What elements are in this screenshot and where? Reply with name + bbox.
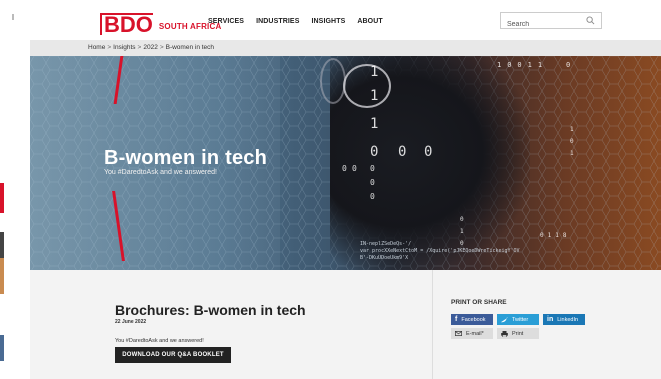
binary-digit: 1 bbox=[370, 116, 379, 132]
glasses-lens bbox=[343, 64, 391, 108]
nav-industries[interactable]: INDUSTRIES bbox=[250, 13, 305, 30]
binary-digit: 0 bbox=[566, 61, 571, 69]
breadcrumb-separator: > bbox=[137, 44, 142, 51]
search-icon[interactable] bbox=[586, 16, 595, 25]
facebook-label: Facebook bbox=[461, 316, 486, 323]
logo-wordmark: BDO bbox=[100, 13, 153, 36]
code-snippet: var procXXeNextCtoM = /Xquire('pJKEQoeDW… bbox=[360, 248, 520, 254]
binary-digit: 10011 bbox=[497, 61, 549, 69]
print-label: Print bbox=[512, 330, 524, 337]
breadcrumb-year[interactable]: 2022 bbox=[143, 44, 157, 51]
main-nav: SERVICES INDUSTRIES INSIGHTS ABOUT bbox=[202, 13, 389, 30]
binary-digit: 0 bbox=[570, 138, 574, 145]
share-title: PRINT OR SHARE bbox=[451, 299, 507, 306]
linkedin-icon: in bbox=[547, 316, 554, 323]
binary-digit: 1 bbox=[570, 150, 574, 157]
download-booklet-button[interactable]: DOWNLOAD OUR Q&A BOOKLET bbox=[115, 347, 231, 363]
print-button[interactable]: Print bbox=[497, 328, 539, 339]
facebook-share-button[interactable]: f Facebook bbox=[451, 314, 493, 325]
hero-banner: 1 1 1 0 0 0 0 0 0 0 0 10011 0 1 0 1 0 1 … bbox=[30, 56, 661, 270]
breadcrumb-separator: > bbox=[159, 44, 164, 51]
brochure-title: Brochures: B-women in tech bbox=[115, 302, 306, 318]
edge-mark bbox=[0, 183, 4, 213]
linkedin-label: LinkedIn bbox=[557, 316, 579, 323]
print-icon bbox=[501, 330, 508, 337]
edge-mark bbox=[0, 258, 4, 294]
binary-digit: 1 bbox=[370, 64, 379, 80]
nav-about[interactable]: ABOUT bbox=[351, 13, 388, 30]
binary-digit: 1 bbox=[570, 126, 574, 133]
breadcrumb-insights[interactable]: Insights bbox=[113, 44, 135, 51]
binary-digit: 1 bbox=[460, 228, 464, 235]
binary-digit: 0 bbox=[370, 164, 375, 173]
linkedin-share-button[interactable]: in LinkedIn bbox=[543, 314, 585, 325]
breadcrumb-separator: > bbox=[107, 44, 112, 51]
edge-mark bbox=[12, 14, 14, 20]
binary-digit: 0 bbox=[398, 144, 407, 160]
email-label: E-mail* bbox=[466, 330, 484, 337]
nav-services[interactable]: SERVICES bbox=[202, 13, 250, 30]
binary-digit: 0 bbox=[460, 216, 464, 223]
site-header: BDO SOUTH AFRICA SERVICES INDUSTRIES INS… bbox=[30, 0, 661, 40]
binary-digit: 0 bbox=[370, 192, 375, 201]
binary-digit: 0 bbox=[352, 164, 357, 173]
search-box bbox=[500, 12, 602, 31]
binary-digit: 0 bbox=[370, 144, 379, 160]
email-share-button[interactable]: E-mail* bbox=[451, 328, 493, 339]
binary-digit: 0 bbox=[342, 164, 347, 173]
hero-title: B-women in tech bbox=[104, 147, 268, 169]
hero-subtitle: You #DaredtoAsk and we answered! bbox=[104, 169, 217, 176]
nav-insights[interactable]: INSIGHTS bbox=[305, 13, 351, 30]
email-icon bbox=[455, 331, 462, 336]
code-snippet: B'-DKuUDoeUkm9'X bbox=[360, 255, 409, 261]
twitter-icon bbox=[501, 316, 508, 322]
brochure-section: Brochures: B-women in tech 22 June 2022 … bbox=[30, 270, 661, 379]
brochure-description: You #DaredtoAsk and we answered! bbox=[115, 338, 204, 344]
facebook-icon: f bbox=[455, 316, 458, 323]
column-divider bbox=[432, 270, 433, 379]
binary-digit: 0 bbox=[460, 240, 464, 247]
search-input[interactable] bbox=[501, 18, 583, 31]
publish-date: 22 June 2022 bbox=[115, 319, 147, 325]
binary-digit: 0 bbox=[424, 144, 433, 160]
glasses-lens bbox=[320, 58, 346, 104]
binary-digit: 1 bbox=[370, 88, 379, 104]
twitter-share-button[interactable]: Twitter bbox=[497, 314, 539, 325]
breadcrumb: Home > Insights > 2022 > B-women in tech bbox=[88, 44, 214, 51]
background-page-edge bbox=[0, 0, 30, 379]
code-snippet: IN-neplZSeDeQs-'/ bbox=[360, 241, 412, 247]
edge-mark bbox=[0, 232, 4, 258]
binary-digit: 0 bbox=[370, 178, 375, 187]
breadcrumb-home[interactable]: Home bbox=[88, 44, 105, 51]
edge-mark bbox=[0, 335, 4, 361]
breadcrumb-bar: Home > Insights > 2022 > B-women in tech bbox=[30, 40, 661, 56]
twitter-label: Twitter bbox=[512, 316, 529, 323]
breadcrumb-current: B-women in tech bbox=[165, 44, 215, 51]
binary-digit: 0118 bbox=[540, 232, 571, 239]
